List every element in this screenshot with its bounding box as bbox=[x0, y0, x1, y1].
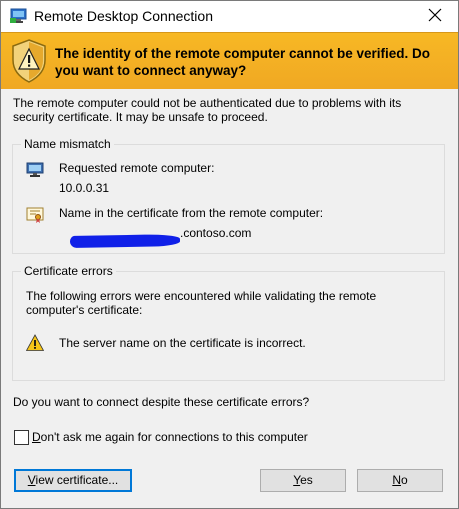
requested-computer-value: 10.0.0.31 bbox=[59, 181, 110, 195]
yes-label: es bbox=[300, 473, 313, 487]
view-certificate-label: iew certificate... bbox=[35, 473, 119, 487]
window-title: Remote Desktop Connection bbox=[34, 8, 213, 24]
view-certificate-accesskey: V bbox=[27, 473, 36, 487]
close-button[interactable] bbox=[412, 1, 458, 31]
close-icon bbox=[428, 8, 442, 25]
certificate-errors-group: Certificate errors The following errors … bbox=[12, 264, 445, 381]
dont-ask-checkbox[interactable] bbox=[14, 430, 29, 445]
view-certificate-button[interactable]: View certificate... bbox=[14, 469, 132, 492]
no-label: o bbox=[400, 473, 408, 487]
certificate-error-text: The server name on the certificate is in… bbox=[59, 336, 306, 350]
no-accesskey: N bbox=[392, 473, 401, 487]
banner-message: The identity of the remote computer cann… bbox=[55, 46, 431, 78]
name-mismatch-legend: Name mismatch bbox=[21, 137, 114, 151]
dont-ask-accesskey: D bbox=[32, 430, 41, 444]
computer-icon bbox=[26, 161, 44, 179]
remote-desktop-icon bbox=[10, 8, 27, 24]
rdp-dialog: Remote Desktop Connection The identity o… bbox=[0, 0, 459, 509]
certificate-errors-description: The following errors were encountered wh… bbox=[26, 289, 377, 317]
name-mismatch-group: Name mismatch Requested remote computer:… bbox=[12, 137, 445, 254]
certificate-name-value: .contoso.com bbox=[180, 226, 252, 240]
warning-shield-icon bbox=[10, 38, 48, 84]
warning-banner: The identity of the remote computer cann… bbox=[1, 32, 458, 90]
intro-text: The remote computer could not be authent… bbox=[13, 96, 402, 124]
certificate-icon bbox=[26, 206, 44, 224]
yes-button[interactable]: Yes bbox=[260, 469, 346, 492]
requested-computer-label: Requested remote computer: bbox=[59, 161, 215, 175]
warning-icon bbox=[25, 334, 45, 352]
connect-question: Do you want to connect despite these cer… bbox=[13, 395, 310, 409]
redacted-hostname bbox=[69, 234, 181, 248]
no-button[interactable]: No bbox=[357, 469, 443, 492]
certificate-errors-legend: Certificate errors bbox=[21, 264, 116, 278]
certificate-name-label: Name in the certificate from the remote … bbox=[59, 206, 324, 220]
title-bar: Remote Desktop Connection bbox=[1, 1, 458, 31]
dont-ask-label-text: on't ask me again for connections to thi… bbox=[40, 430, 308, 444]
dialog-content: The remote computer could not be authent… bbox=[1, 89, 458, 508]
dont-ask-label[interactable]: Don't ask me again for connections to th… bbox=[32, 430, 308, 444]
